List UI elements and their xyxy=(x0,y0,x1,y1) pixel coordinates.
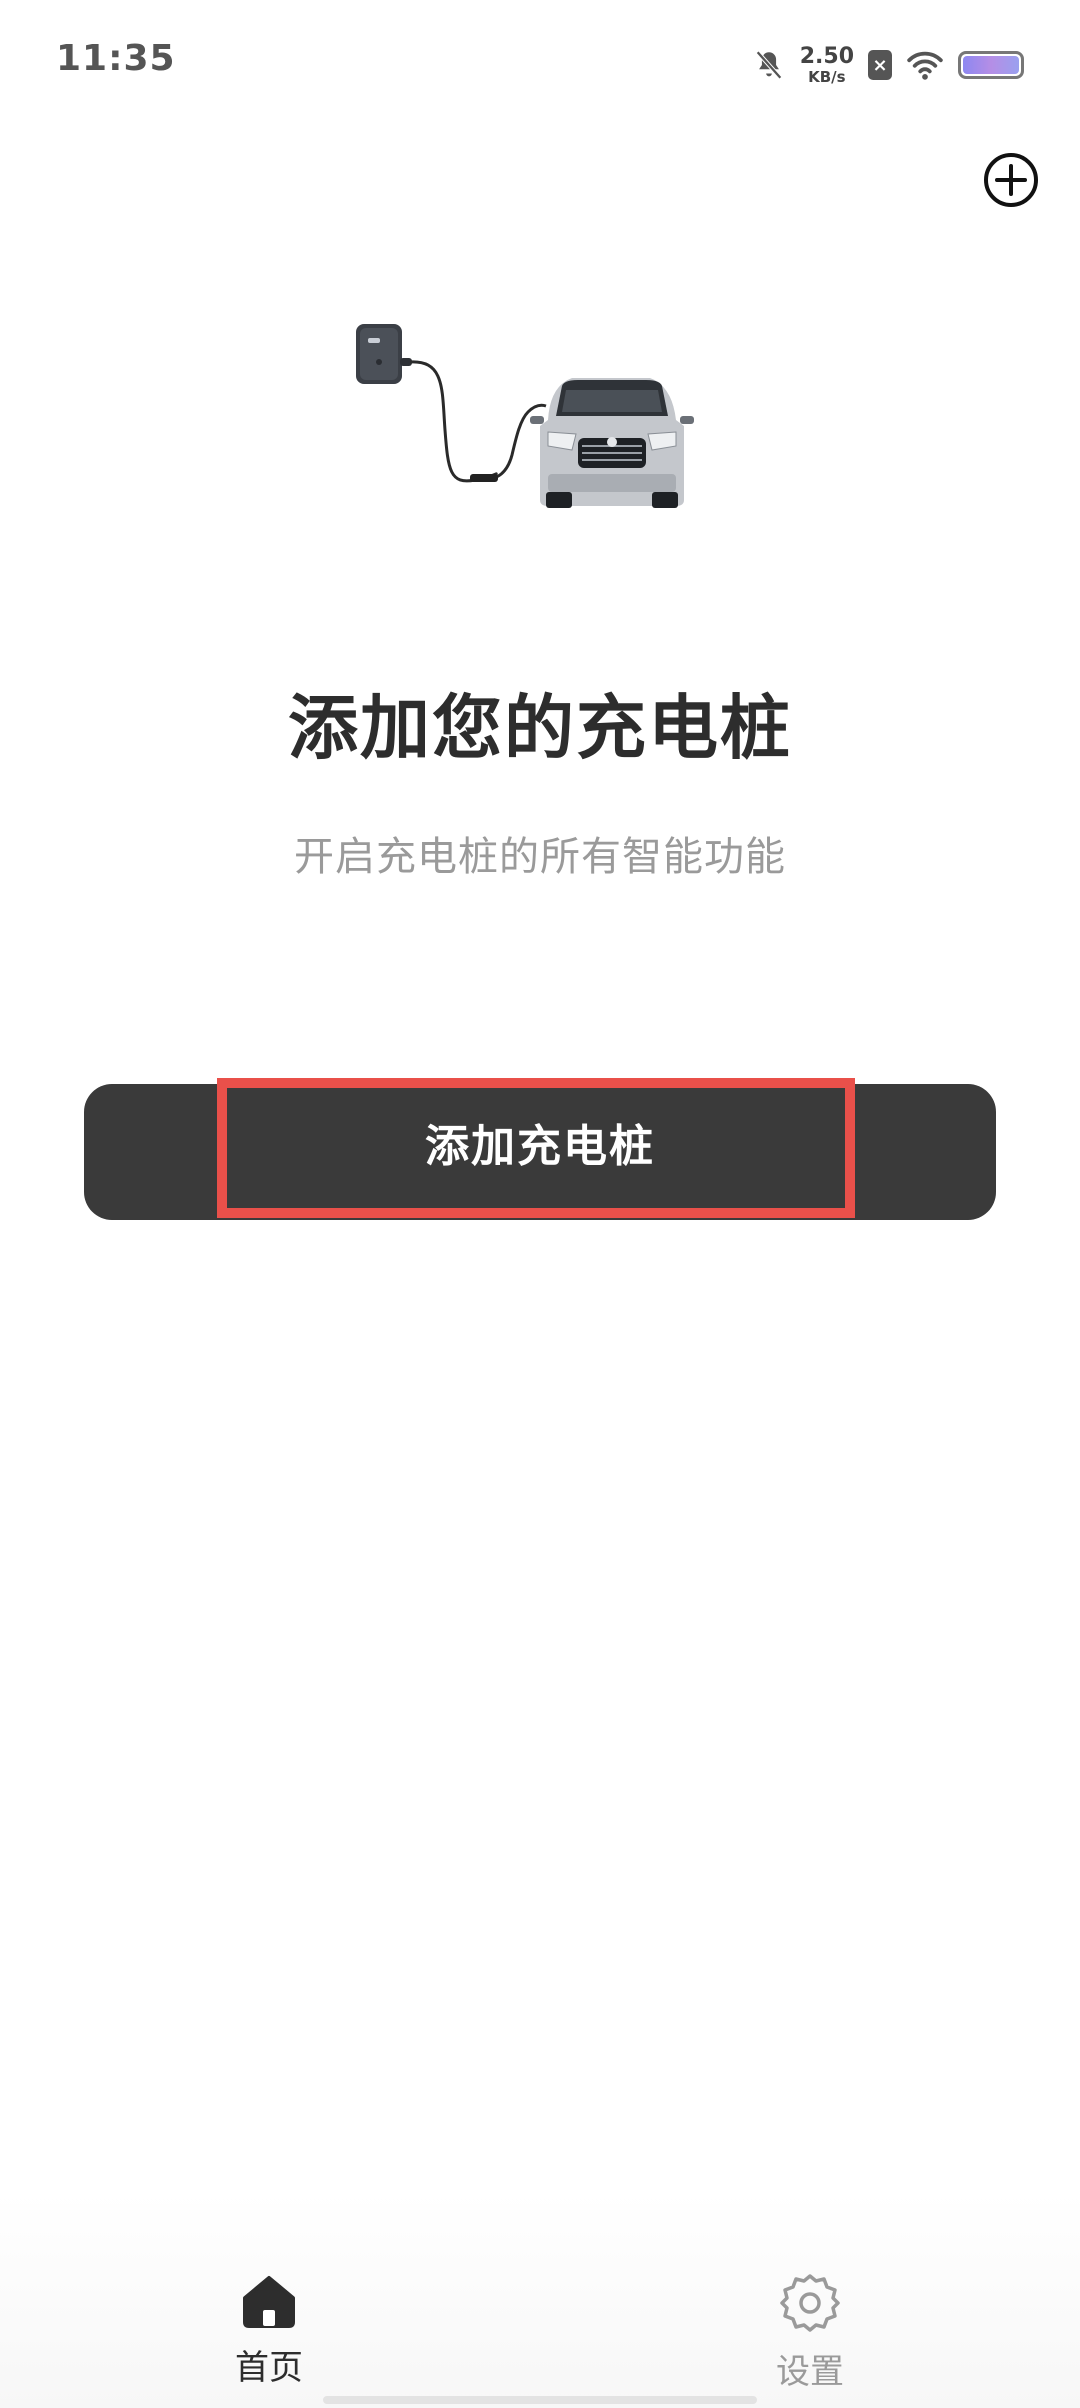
nav-item-settings[interactable]: 设置 xyxy=(740,2272,880,2393)
nav-item-home-label: 首页 xyxy=(235,2348,303,2388)
home-icon xyxy=(243,2276,295,2328)
screen: 11:35 2.50 KB/s × 添加您的充电桩 开启充电桩的所有智能功能 添… xyxy=(0,0,1080,2408)
plus-circle-icon[interactable] xyxy=(983,152,1039,208)
bell-muted-icon xyxy=(755,50,782,80)
sim-x-icon: × xyxy=(868,50,892,80)
charger-and-car-illustration xyxy=(356,324,694,508)
bottom-nav xyxy=(0,2192,1080,2408)
car-icon xyxy=(530,378,694,508)
wifi-icon xyxy=(907,51,943,80)
nav-item-home[interactable]: 首页 xyxy=(199,2272,339,2389)
page-title: 添加您的充电桩 xyxy=(288,687,792,769)
nav-item-settings-label: 设置 xyxy=(776,2352,844,2392)
status-time: 11:35 xyxy=(56,38,176,79)
add-charger-button-label: 添加充电桩 xyxy=(425,1121,655,1172)
status-icons: 2.50 KB/s × xyxy=(752,40,1024,90)
battery-icon xyxy=(958,51,1024,79)
page-subtitle: 开启充电桩的所有智能功能 xyxy=(294,834,786,880)
gear-icon xyxy=(780,2274,840,2332)
network-speed-value: 2.50 xyxy=(799,43,854,69)
home-indicator[interactable] xyxy=(323,2396,757,2404)
charger-icon xyxy=(356,324,412,384)
network-speed: 2.50 KB/s xyxy=(799,43,854,86)
status-bar: 11:35 2.50 KB/s × xyxy=(0,0,1080,130)
network-speed-unit: KB/s xyxy=(808,67,846,86)
